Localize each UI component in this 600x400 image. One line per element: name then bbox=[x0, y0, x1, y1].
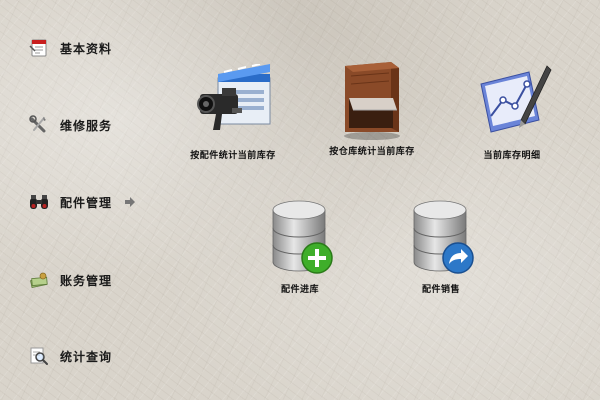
sidebar-item-label: 账务管理 bbox=[60, 273, 113, 288]
database-add-icon bbox=[255, 198, 345, 278]
tile-stock-by-part[interactable]: 按配件统计当前库存 bbox=[173, 64, 293, 161]
sidebar-item-accounting[interactable]: 账务管理 bbox=[28, 268, 112, 292]
tile-parts-inbound[interactable]: 配件进库 bbox=[255, 198, 345, 295]
tile-stock-details[interactable]: 当前库存明细 bbox=[457, 64, 567, 161]
tools-icon bbox=[28, 114, 50, 136]
tile-label: 当前库存明细 bbox=[483, 151, 541, 161]
binoculars-icon bbox=[28, 191, 50, 213]
sidebar-item-repair-service[interactable]: 维修服务 bbox=[28, 113, 112, 137]
sidebar-item-label: 基本资料 bbox=[60, 41, 113, 56]
sidebar-item-label: 配件管理 bbox=[60, 195, 113, 210]
graph-pen-icon bbox=[467, 64, 557, 144]
sidebar-item-basic-info[interactable]: 基本资料 bbox=[28, 36, 112, 60]
tile-label: 按配件统计当前库存 bbox=[190, 151, 276, 161]
warehouse-icon bbox=[327, 60, 417, 140]
sidebar-item-label: 统计查询 bbox=[60, 349, 113, 364]
tile-parts-sales[interactable]: 配件销售 bbox=[396, 198, 486, 295]
tile-label: 配件销售 bbox=[421, 285, 460, 295]
calendar-document-icon bbox=[28, 37, 50, 59]
magnifier-document-icon bbox=[28, 345, 50, 367]
sidebar-item-parts-management[interactable]: 配件管理 bbox=[28, 190, 136, 214]
tile-stock-by-warehouse[interactable]: 按仓库统计当前库存 bbox=[312, 60, 432, 157]
sidebar: 基本资料 维修服务 配件管理 账务管理 统计查询 bbox=[0, 0, 180, 400]
camera-clapper-icon bbox=[188, 64, 278, 144]
tile-label: 配件进库 bbox=[280, 285, 319, 295]
arrow-right-icon bbox=[124, 196, 136, 208]
sidebar-item-label: 维修服务 bbox=[60, 118, 113, 133]
money-icon bbox=[28, 269, 50, 291]
database-forward-icon bbox=[396, 198, 486, 278]
tile-label: 按仓库统计当前库存 bbox=[329, 147, 415, 157]
sidebar-item-statistics-query[interactable]: 统计查询 bbox=[28, 344, 112, 368]
